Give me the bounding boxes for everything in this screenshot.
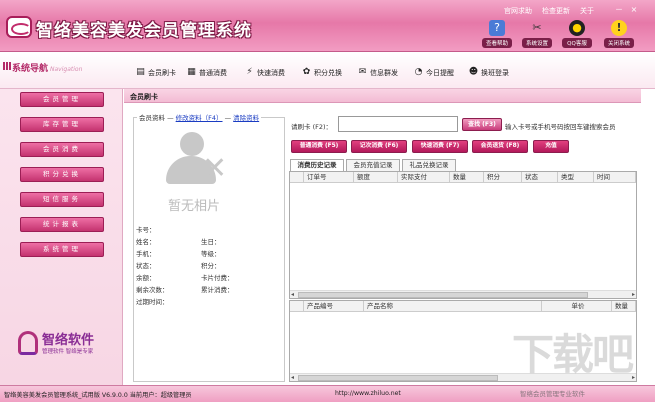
- member-return-button[interactable]: 会员退货 (F8): [472, 140, 528, 153]
- scroll-left-icon[interactable]: ◂: [291, 291, 294, 298]
- close-window-button[interactable]: ×: [628, 4, 640, 15]
- card-icon: ▤: [136, 67, 145, 77]
- card-search-input[interactable]: [338, 116, 458, 132]
- app-title: 智络美容美发会员管理系统: [36, 21, 252, 41]
- field-expire-time: 过期时间：: [136, 298, 169, 306]
- watermark: 下载吧: [512, 330, 634, 379]
- scroll-left-icon[interactable]: ◂: [291, 374, 294, 381]
- toolbar-shift-login-button[interactable]: ☻ 换班登录: [468, 67, 509, 78]
- member-info-legend: 会员资料 — 修改资料（F4） — 清除资料: [137, 112, 262, 122]
- toolbar-points-exchange-button[interactable]: ✿ 积分兑换: [301, 67, 342, 78]
- panel-title: 会员刷卡: [130, 93, 158, 101]
- about-link[interactable]: 关于: [580, 6, 594, 16]
- toolbar-quick-consume-button[interactable]: ⚡ 快速消费: [244, 67, 285, 78]
- field-phone: 手机：: [136, 250, 156, 258]
- exit-system-button[interactable]: ! 关闭系统: [604, 20, 634, 50]
- toolbar-normal-consume-button[interactable]: ▦ 普通消费: [186, 67, 227, 78]
- tab-gift-history[interactable]: 礼品兑换记录: [402, 159, 456, 171]
- status-url[interactable]: http://www.zhiluo.net: [335, 390, 401, 397]
- count-consume-button[interactable]: 记次消费 (F6): [351, 140, 407, 153]
- qq-service-button[interactable]: ● QQ客服: [562, 20, 592, 50]
- search-hint: 输入卡号或手机号码按回车键搜索会员: [505, 123, 616, 131]
- vendor-logo-icon: [18, 331, 38, 355]
- user-switch-icon: ☻: [468, 67, 479, 77]
- column-header[interactable]: 订单号: [304, 172, 354, 183]
- sidebar-item-sms[interactable]: 短信服务: [20, 192, 104, 207]
- field-points: 积分：: [201, 262, 221, 270]
- tools-icon: ✂: [532, 21, 542, 34]
- watermark-subtitle: 智络会员管理专业软件: [520, 390, 585, 398]
- no-photo-x-icon: ✕: [202, 151, 228, 186]
- field-status: 状态：: [136, 262, 156, 270]
- column-header[interactable]: 产品名称: [364, 301, 542, 312]
- normal-consume-button[interactable]: 普通消费 (F5): [291, 140, 347, 153]
- photo-caption: 暂无相片: [168, 199, 221, 214]
- status-text: 智络美容美发会员管理系统_试用版 V6.9.0.0 当前用户：超级管理员: [4, 392, 192, 399]
- column-header[interactable]: 类型: [558, 172, 594, 183]
- scroll-right-icon[interactable]: ▸: [632, 291, 635, 298]
- column-header[interactable]: 数量: [450, 172, 484, 183]
- scroll-right-icon[interactable]: ▸: [632, 374, 635, 381]
- field-name: 姓名：: [136, 238, 156, 246]
- edit-profile-link[interactable]: 修改资料（F4）: [176, 114, 223, 122]
- app-logo-icon: [6, 16, 32, 38]
- sidebar-item-member-consume[interactable]: 会员消费: [20, 142, 104, 157]
- toolbar-sms-button[interactable]: ✉ 信息群发: [357, 67, 398, 78]
- settings-tool-button[interactable]: ✂ 系统设置: [522, 20, 552, 50]
- sidebar-item-system[interactable]: 系统管理: [20, 242, 104, 257]
- field-balance: 余额：: [136, 274, 156, 282]
- field-remaining-times: 剩余次数：: [136, 286, 169, 294]
- sidebar-item-reports[interactable]: 统计报表: [20, 217, 104, 232]
- nav-title: 系统导航 Navigation: [12, 64, 83, 74]
- lightning-icon: ⚡: [246, 67, 253, 77]
- column-header[interactable]: 积分: [484, 172, 522, 183]
- field-birthday: 生日：: [201, 238, 221, 246]
- minimize-button[interactable]: －: [613, 4, 625, 15]
- scroll-thumb[interactable]: [298, 292, 588, 298]
- sidebar-item-inventory[interactable]: 库存管理: [20, 117, 104, 132]
- tab-recharge-history[interactable]: 会员充值记录: [346, 159, 400, 171]
- help-book-icon: ?: [489, 20, 505, 36]
- field-level: 等级：: [201, 250, 221, 258]
- grid-icon: [3, 62, 11, 70]
- check-update-link[interactable]: 检查更新: [542, 6, 570, 16]
- cart-icon: ▦: [187, 67, 196, 77]
- find-button[interactable]: 查找 (F3): [462, 118, 502, 131]
- column-header[interactable]: 时间: [594, 172, 636, 183]
- toolbar-today-reminder-button[interactable]: ◔ 今日提醒: [413, 67, 454, 78]
- clear-profile-link[interactable]: 清除资料: [233, 114, 259, 122]
- field-total-consume: 累计消费：: [201, 286, 234, 294]
- gift-icon: ✿: [302, 67, 311, 77]
- sidebar-item-member-management[interactable]: 会员管理: [20, 92, 104, 107]
- recharge-button[interactable]: 充值: [533, 140, 569, 153]
- quick-consume-button[interactable]: 快速消费 (F7): [412, 140, 468, 153]
- vendor-logo: 智络软件 管理软件 智络是专家: [18, 327, 108, 367]
- column-header[interactable]: 单价: [542, 301, 612, 312]
- horizontal-scrollbar[interactable]: ◂ ▸: [290, 290, 636, 298]
- column-header[interactable]: 状态: [522, 172, 558, 183]
- column-header[interactable]: 数量: [612, 301, 636, 312]
- toolbar-card-swipe-button[interactable]: ▤ 会员刷卡: [135, 67, 176, 78]
- scroll-thumb[interactable]: [298, 375, 498, 381]
- sidebar-item-points-exchange[interactable]: 积分兑换: [20, 167, 104, 182]
- qq-penguin-icon: ●: [569, 20, 585, 36]
- help-tool-button[interactable]: ? 查看帮助: [482, 20, 512, 50]
- column-header[interactable]: 额度: [354, 172, 398, 183]
- column-header[interactable]: 产品编号: [304, 301, 364, 312]
- consume-history-grid[interactable]: 订单号 额度 实际支付 数量 积分 状态 类型 时间 ◂ ▸: [289, 171, 637, 299]
- help-link[interactable]: 官网求助: [504, 6, 532, 16]
- column-header[interactable]: 实际支付: [398, 172, 450, 183]
- top-links: 官网求助 检查更新 关于: [504, 6, 594, 16]
- field-card-fee: 卡片付费：: [201, 274, 234, 282]
- warning-icon: !: [611, 20, 627, 36]
- message-icon: ✉: [358, 67, 367, 77]
- search-label: 请刷卡 (F2)：: [291, 123, 333, 131]
- panel-header: [124, 89, 641, 103]
- clock-icon: ◔: [414, 67, 423, 77]
- field-card-no: 卡号：: [136, 226, 156, 234]
